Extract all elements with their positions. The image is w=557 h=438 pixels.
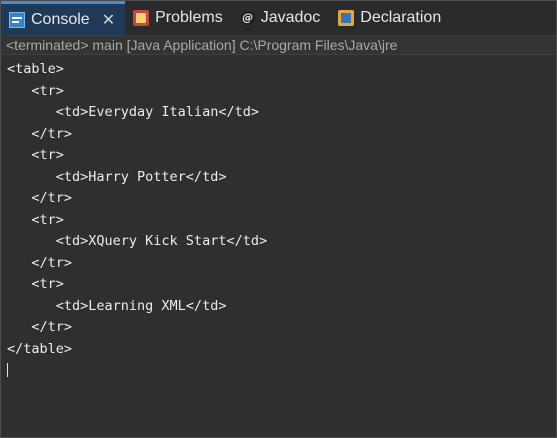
console-line: <tr> [7, 82, 64, 99]
console-line: </table> [7, 340, 73, 357]
console-line: <tr> [7, 147, 64, 163]
tab-console[interactable]: Console ✕ [1, 1, 126, 35]
close-icon[interactable]: ✕ [102, 10, 115, 30]
process-status-line: <terminated> main [Java Application] C:\… [1, 36, 556, 55]
console-line: <tr> [7, 276, 64, 292]
console-line: <table> [7, 61, 64, 77]
tab-declaration[interactable]: Declaration [330, 1, 451, 35]
console-line: <td>Learning XML</td> [7, 297, 227, 314]
tab-javadoc[interactable]: @ Javadoc [233, 1, 331, 35]
problems-icon [133, 10, 150, 26]
console-line: <td>Harry Potter</td> [7, 168, 227, 185]
tab-console-label: Console [31, 10, 90, 28]
console-line: </tr> [7, 254, 73, 271]
console-icon [9, 11, 25, 28]
tab-problems[interactable]: Problems [125, 1, 233, 35]
console-line: <td>Everyday Italian</td> [7, 104, 259, 120]
console-output[interactable]: <table> <tr> <td>Everyday Italian</td> <… [1, 55, 556, 437]
declaration-icon [338, 10, 355, 26]
console-line: <td>XQuery Kick Start</td> [7, 233, 268, 249]
console-line: </tr> [7, 319, 73, 335]
view-tab-bar: Console ✕ Problems @ Javadoc Declaration [1, 1, 556, 36]
console-line: </tr> [7, 125, 73, 142]
tab-javadoc-label: Javadoc [260, 9, 321, 26]
text-caret [7, 363, 8, 377]
console-view: Console ✕ Problems @ Javadoc Declaration… [0, 0, 557, 438]
console-line: </tr> [7, 190, 73, 206]
tab-problems-label: Problems [155, 9, 223, 26]
console-line: <tr> [7, 211, 64, 228]
tab-declaration-label: Declaration [360, 9, 442, 26]
javadoc-icon: @ [240, 11, 255, 25]
